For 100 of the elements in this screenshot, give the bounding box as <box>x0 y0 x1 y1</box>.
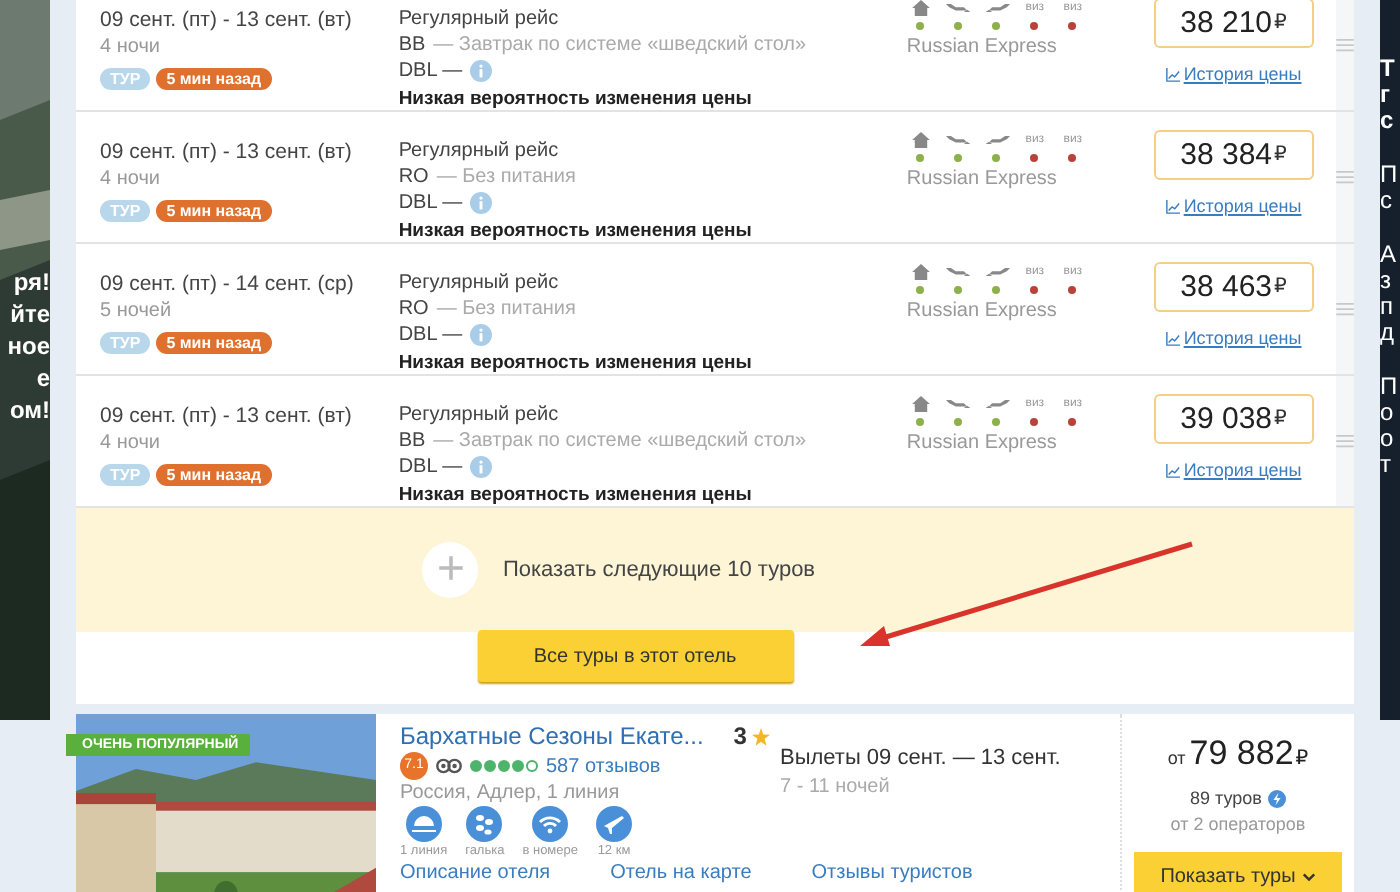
banner-text: ное <box>7 330 50 362</box>
flight-type: Регулярный рейс <box>398 272 561 294</box>
menu-icon[interactable] <box>1336 38 1354 52</box>
info-icon[interactable] <box>470 324 493 346</box>
all-tours-button[interactable]: Все туры в этот отель <box>477 630 793 682</box>
banner-text: ом! <box>9 394 50 426</box>
price-note: Низкая вероятность изменения цены <box>398 352 754 374</box>
price-box[interactable]: 38 384₽ <box>1153 130 1314 180</box>
updated-tag: 5 мин назад <box>156 200 272 222</box>
price-note: Низкая вероятность изменения цены <box>398 220 754 242</box>
house-icon <box>907 132 934 148</box>
star-icon <box>752 727 771 745</box>
updated-tag: 5 мин назад <box>156 68 272 90</box>
info-icon[interactable] <box>470 192 493 214</box>
banner-text: о <box>1380 400 1396 426</box>
info-icon[interactable] <box>470 60 493 82</box>
from-label: от <box>1167 748 1186 768</box>
operators-count: от 2 операторов <box>1170 814 1306 834</box>
banner-text: т <box>1380 452 1393 478</box>
departure-plane-icon <box>945 264 972 280</box>
nights-range: 7 - 11 ночей <box>780 776 892 798</box>
price-note: Низкая вероятность изменения цены <box>398 484 754 506</box>
house-icon <box>907 264 934 280</box>
meal-plan: — Без питания <box>436 166 576 188</box>
chart-icon <box>1165 331 1180 345</box>
banner-text: с <box>1380 188 1394 214</box>
tour-tag: ТУР <box>100 68 151 90</box>
room-type: DBL — <box>398 60 463 82</box>
tour-tag: ТУР <box>100 464 151 486</box>
chart-icon <box>1165 199 1180 213</box>
price-history-link[interactable]: История цены <box>1165 328 1302 348</box>
price-box[interactable]: 38 210₽ <box>1153 0 1314 48</box>
room-type: DBL — <box>398 324 463 346</box>
menu-icon[interactable] <box>1336 170 1354 184</box>
tour-dates: 09 сент. (пт) - 14 сент. (ср) <box>100 272 356 296</box>
banner-text: д <box>1380 320 1397 346</box>
nights-count: 4 ночи <box>100 168 162 190</box>
nights-count: 5 ночей <box>100 300 174 322</box>
banner-text: с <box>1380 108 1396 134</box>
banner-text: з <box>1380 268 1394 294</box>
menu-icon[interactable] <box>1336 434 1354 448</box>
info-icon[interactable] <box>470 456 493 478</box>
chart-icon <box>1165 463 1180 477</box>
price-note: Низкая вероятность изменения цены <box>398 88 754 110</box>
nights-count: 4 ночи <box>100 36 162 58</box>
departure-dates: Вылеты 09 сент. — 13 сент. <box>780 746 1063 770</box>
banner-text: Т <box>1380 56 1397 82</box>
meal-code: RO <box>398 166 429 188</box>
lightning-icon <box>1267 789 1286 807</box>
banner-text: о <box>1380 426 1396 452</box>
banner-text: П <box>1380 374 1400 400</box>
price-history-link[interactable]: История цены <box>1165 196 1302 216</box>
return-plane-icon <box>983 396 1010 412</box>
sun-icon <box>405 806 442 842</box>
hotel-name-link[interactable]: Бархатные Сезоны Екате... <box>400 722 704 750</box>
price-box[interactable]: 38 463₽ <box>1153 262 1314 312</box>
room-type: DBL — <box>398 192 463 214</box>
updated-tag: 5 мин назад <box>156 464 272 486</box>
departure-plane-icon <box>945 396 972 412</box>
tours-count: 89 туров <box>1190 788 1262 808</box>
tour-tag: ТУР <box>100 332 151 354</box>
flight-type: Регулярный рейс <box>398 404 561 426</box>
hotel-section-link[interactable]: Описание отеля <box>400 862 551 884</box>
price-history-link[interactable]: История цены <box>1165 64 1302 84</box>
tour-tag: ТУР <box>100 200 151 222</box>
flight-type: Регулярный рейс <box>398 140 561 162</box>
tour-dates: 09 сент. (пт) - 13 сент. (вт) <box>100 404 354 428</box>
banner-text: А <box>1380 242 1399 268</box>
show-more-button[interactable]: + Показать следующие 10 туров <box>422 542 816 598</box>
return-plane-icon <box>983 132 1010 148</box>
operator-name: Russian Express <box>906 300 1059 322</box>
chart-icon <box>1165 67 1180 81</box>
departure-plane-icon <box>945 0 972 16</box>
reviews-link[interactable]: 587 отзывов <box>546 755 661 777</box>
meal-code: BB <box>398 430 426 452</box>
price-box[interactable]: 39 038₽ <box>1153 394 1314 444</box>
banner-text: ря! <box>13 266 50 298</box>
operator-name: Russian Express <box>906 432 1059 454</box>
hotel-location: Россия, Адлер, 1 линия <box>400 782 622 804</box>
plane-icon <box>596 806 632 842</box>
price-history-link[interactable]: История цены <box>1165 460 1302 480</box>
chevron-icon <box>1301 871 1316 881</box>
meal-code: RO <box>398 298 429 320</box>
meal-code: BB <box>398 34 426 56</box>
room-type: DBL — <box>398 456 463 478</box>
operator-name: Russian Express <box>906 36 1059 58</box>
owl-icon <box>436 758 462 774</box>
hotel-price: 79 882₽ <box>1189 734 1309 774</box>
meal-plan: — Завтрак по системе «шведский стол» <box>433 34 807 56</box>
return-plane-icon <box>983 264 1010 280</box>
banner-text: г <box>1380 82 1392 108</box>
departure-plane-icon <box>945 132 972 148</box>
hotel-section-link[interactable]: Отель на карте <box>610 862 752 884</box>
banner-text: йте <box>10 298 50 330</box>
updated-tag: 5 мин назад <box>156 332 272 354</box>
show-tours-button[interactable]: Показать туры <box>1134 852 1342 892</box>
menu-icon[interactable] <box>1336 302 1354 316</box>
operator-name: Russian Express <box>906 168 1059 190</box>
banner-text: е <box>36 362 50 394</box>
hotel-section-link[interactable]: Отзывы туристов <box>811 862 973 884</box>
